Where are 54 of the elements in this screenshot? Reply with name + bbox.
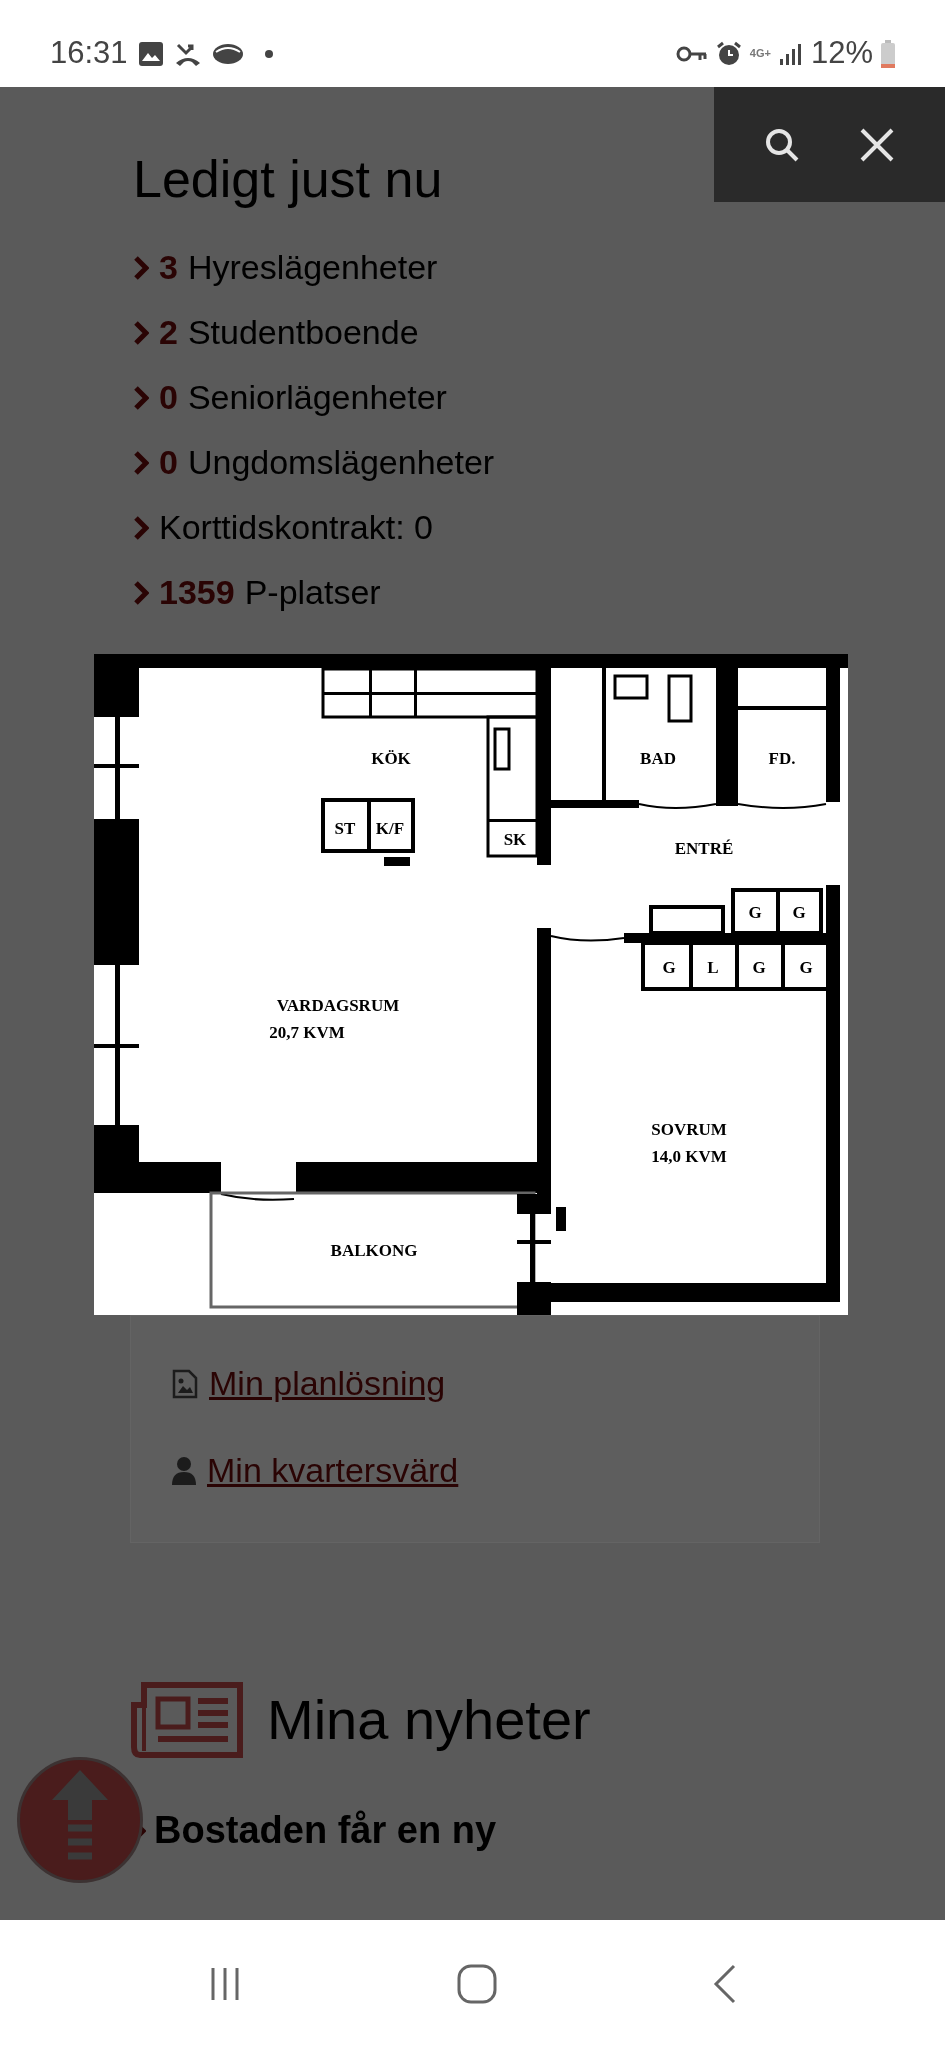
alarm-icon <box>715 40 742 67</box>
chevron-icon <box>133 579 149 606</box>
category-link[interactable]: Korttidskontrakt: 0 <box>159 502 433 553</box>
chevron-icon <box>133 514 149 541</box>
count-value: 0 <box>159 377 178 418</box>
fixture-label: SK <box>503 830 527 849</box>
room-label: 14,0 KVM <box>651 1147 727 1166</box>
chevron-icon <box>133 449 149 476</box>
image-file-icon <box>171 1368 199 1399</box>
room-label: 20,7 KVM <box>269 1023 345 1042</box>
category-link[interactable]: P-platser <box>244 567 381 618</box>
fixture-label: G <box>748 903 762 922</box>
signal-icon <box>778 41 803 66</box>
chevron-icon <box>133 384 149 411</box>
app-icon <box>211 41 244 66</box>
fixture-label: G <box>792 903 806 922</box>
category-link[interactable]: Hyreslägenheter <box>187 242 438 293</box>
room-label: VARDAGSRUM <box>276 996 400 1015</box>
image-icon <box>137 40 164 67</box>
chevron-icon <box>133 319 149 346</box>
fixture-label: G <box>799 958 813 977</box>
section-heading: Ledigt just nu <box>133 149 444 210</box>
chevron-icon <box>133 254 149 281</box>
key-icon <box>675 44 708 63</box>
count-value: 1359 <box>159 572 235 613</box>
battery-percent: 12% <box>810 34 873 73</box>
room-label: FD. <box>768 749 796 768</box>
clock-time: 16:31 <box>50 34 128 73</box>
category-link[interactable]: Ungdomslägenheter <box>187 437 495 488</box>
count-value: 0 <box>159 442 178 483</box>
room-label: BALKONG <box>330 1241 418 1260</box>
news-link[interactable]: Bostaden får en ny <box>154 1802 497 1859</box>
category-link[interactable]: Seniorlägenheter <box>187 372 447 423</box>
home-icon[interactable] <box>455 1962 500 2006</box>
section-heading: Mina nyheter <box>267 1687 591 1753</box>
fixture-label: L <box>707 958 719 977</box>
count-value: 2 <box>159 312 178 353</box>
fixture-label: G <box>662 958 676 977</box>
battery-icon <box>881 39 895 68</box>
text-link[interactable]: Min planlösning <box>209 1358 446 1409</box>
room-label: ENTRÉ <box>674 839 734 858</box>
dot-icon <box>263 48 274 59</box>
category-link[interactable]: Studentboende <box>187 307 419 358</box>
fixture-label: K/F <box>375 819 405 838</box>
room-label: KÖK <box>371 749 411 768</box>
newspaper-icon <box>130 1681 245 1759</box>
fixture-label: G <box>752 958 766 977</box>
person-icon <box>171 1455 197 1486</box>
text-link[interactable]: Min kvartersvärd <box>207 1445 459 1496</box>
room-label: SOVRUM <box>651 1120 727 1139</box>
network-type: 4G+ <box>749 48 771 59</box>
count-value: 3 <box>159 247 178 288</box>
fixture-label: ST <box>334 819 356 838</box>
room-label: BAD <box>640 749 676 768</box>
